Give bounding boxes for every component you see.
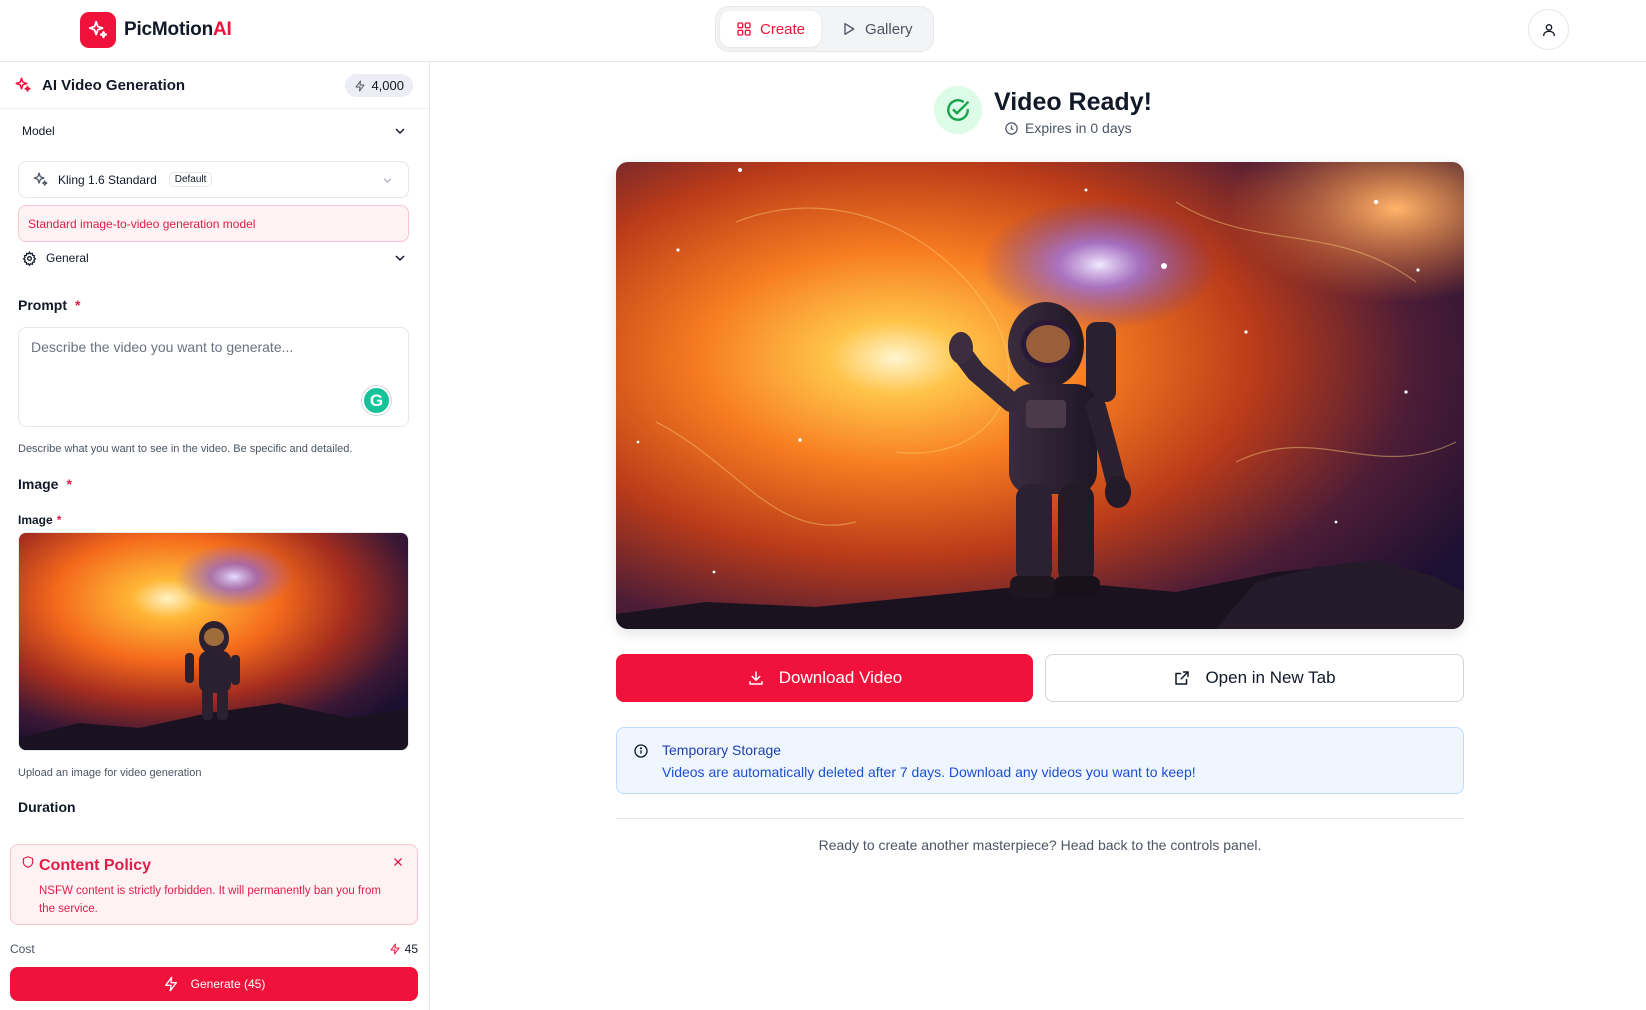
model-select[interactable]: Kling 1.6 Standard Default [18, 161, 409, 198]
credits-badge: 4,000 [345, 74, 413, 97]
divider [616, 818, 1464, 819]
cost-label: Cost [10, 942, 35, 956]
close-icon[interactable] [391, 855, 405, 869]
lightning-icon [164, 976, 177, 992]
model-section-label: Model [22, 124, 55, 138]
storage-title: Temporary Storage [662, 742, 782, 758]
footer-note: Ready to create another masterpiece? Hea… [818, 837, 1262, 853]
video-ready-status: Video Ready! Expires in 0 days [934, 86, 1154, 136]
default-badge: Default [168, 172, 213, 187]
general-section-header[interactable]: General [18, 250, 408, 266]
controls-panel: AI Video Generation 4,000 Model Kling 1.… [0, 62, 430, 1010]
prompt-help-text: Describe what you want to see in the vid… [18, 443, 353, 455]
content-policy-alert: Content Policy NSFW content is strictly … [10, 844, 418, 925]
credits-value: 4,000 [371, 78, 404, 93]
generate-button[interactable]: Generate (45) [10, 967, 418, 1001]
check-circle-icon [934, 86, 982, 134]
required-marker: * [56, 513, 62, 527]
model-description: Standard image-to-video generation model [18, 205, 409, 242]
panel-header: AI Video Generation 4,000 [0, 62, 429, 109]
grid-icon [737, 22, 751, 36]
content-policy-title: Content Policy [39, 857, 152, 874]
clock-icon [1005, 121, 1018, 135]
model-name: Kling 1.6 Standard [58, 172, 157, 187]
grammarly-icon[interactable]: G [362, 386, 391, 415]
app-name: PicMotionAI [124, 19, 232, 40]
required-marker: * [75, 297, 81, 313]
prompt-label: Prompt * [18, 297, 81, 313]
sparkle-icon [15, 77, 31, 92]
status-title: Video Ready! [994, 88, 1152, 116]
image-section-label: Image * [18, 476, 72, 492]
expires-text: Expires in 0 days [1004, 120, 1132, 136]
tab-create[interactable]: Create [720, 11, 822, 47]
sparkle-logo-icon [80, 12, 116, 48]
generate-label: Generate (45) [190, 977, 266, 991]
astronaut-nebula-video-frame [616, 162, 1464, 629]
general-section-label: General [46, 251, 89, 265]
lightning-icon [355, 80, 365, 91]
model-section-header[interactable]: Model [18, 123, 408, 139]
content-policy-text: NSFW content is strictly forbidden. It w… [39, 885, 381, 915]
image-field-label: Image * [18, 513, 62, 527]
tab-create-label: Create [760, 20, 806, 38]
chevron-down-icon [395, 255, 405, 262]
download-icon [749, 671, 763, 685]
user-menu-button[interactable] [1528, 9, 1569, 50]
cost-row: Cost 45 [10, 942, 418, 956]
open-new-tab-button[interactable]: Open in New Tab [1045, 654, 1464, 702]
generated-video-player[interactable] [616, 162, 1464, 629]
main-nav: Create Gallery [715, 6, 934, 52]
temporary-storage-notice: Temporary Storage Videos are automatical… [616, 727, 1464, 794]
prompt-field[interactable]: G [18, 327, 409, 427]
external-link-icon [1175, 671, 1190, 685]
panel-title: AI Video Generation [42, 76, 186, 94]
lightning-icon [390, 943, 400, 955]
prompt-textarea[interactable] [31, 339, 396, 399]
general-section-title: General [22, 250, 89, 266]
tab-gallery-label: Gallery [865, 20, 913, 38]
tab-gallery[interactable]: Gallery [825, 11, 929, 47]
top-header: PicMotionAI Create Gallery [0, 0, 1646, 62]
shield-icon [22, 856, 34, 868]
gear-icon [22, 250, 37, 266]
user-icon [1542, 23, 1555, 36]
sparkle-icon [33, 172, 48, 186]
astronaut-nebula-thumbnail [19, 533, 408, 750]
uploaded-image-preview[interactable] [18, 532, 409, 751]
duration-label: Duration [18, 799, 76, 815]
download-video-button[interactable]: Download Video [616, 654, 1033, 702]
download-label: Download Video [778, 668, 903, 687]
open-new-tab-label: Open in New Tab [1205, 668, 1336, 687]
play-icon [844, 23, 855, 35]
chevron-down-icon [383, 178, 392, 183]
storage-text: Videos are automatically deleted after 7… [662, 764, 1196, 780]
chevron-down-icon [395, 128, 405, 135]
info-icon [634, 744, 648, 758]
image-help-text: Upload an image for video generation [18, 767, 202, 779]
required-marker: * [66, 476, 72, 492]
app-logo[interactable]: PicMotionAI [80, 12, 232, 48]
cost-value: 45 [389, 942, 418, 956]
